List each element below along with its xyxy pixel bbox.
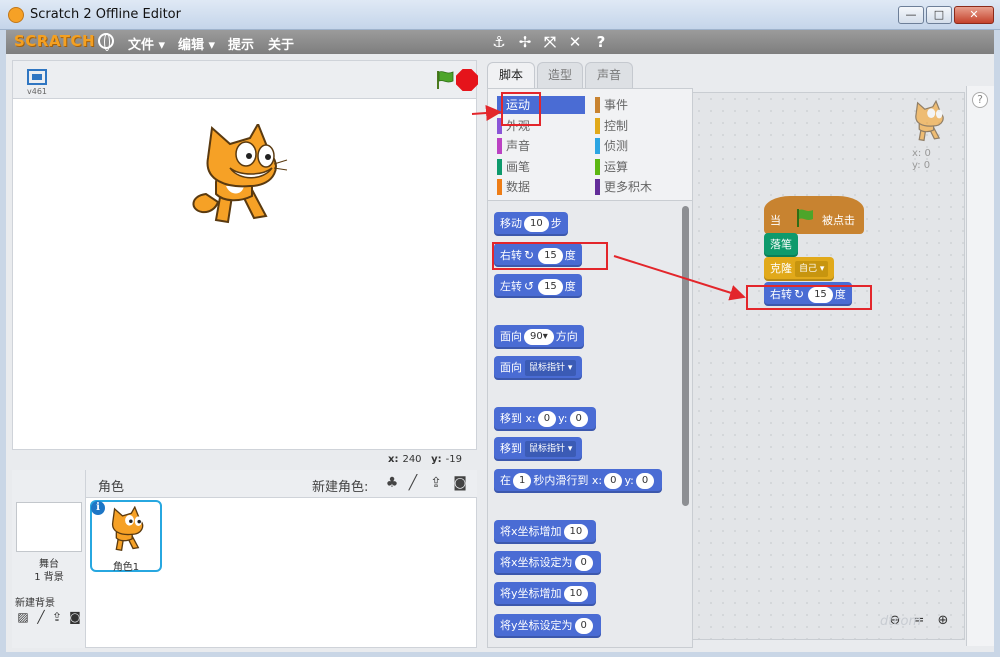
sprite-name-label: 角色1 bbox=[112, 562, 140, 573]
tab-scripts[interactable]: 脚本 bbox=[487, 62, 535, 89]
block-set-y[interactable]: 将y坐标设定为 0 bbox=[494, 614, 601, 638]
cat-thumbnail-icon bbox=[111, 506, 144, 552]
new-backdrop-label: 新建背景 bbox=[15, 598, 55, 609]
scratch-app-icon bbox=[8, 7, 24, 23]
block-glide[interactable]: 在 1 秒内滑行到 x: 0 y: 0 bbox=[494, 469, 663, 493]
highlight-motion-category bbox=[501, 92, 541, 126]
category-events[interactable]: 事件 bbox=[595, 96, 685, 114]
current-sprite-icon bbox=[915, 100, 944, 142]
stage-thumbnail[interactable] bbox=[16, 502, 82, 552]
fullscreen-icon[interactable] bbox=[27, 69, 47, 85]
block-move-steps[interactable]: 移动 10 步 bbox=[494, 212, 568, 236]
mouse-y-value: -19 bbox=[445, 454, 462, 465]
new-sprite-label: 新建角色: bbox=[312, 480, 369, 495]
block-turn-left[interactable]: 左转 ↺ 15 度 bbox=[494, 274, 582, 298]
cat-sprite-on-stage[interactable] bbox=[188, 124, 288, 228]
block-create-clone[interactable]: 克隆 自己 ▾ bbox=[764, 257, 835, 281]
highlight-palette-turn-block bbox=[492, 242, 608, 270]
block-when-flag-clicked[interactable]: 当 被点击 bbox=[764, 196, 864, 234]
highlight-script-turn-block bbox=[746, 285, 872, 310]
category-sensing[interactable]: 侦测 bbox=[595, 137, 685, 155]
tab-costumes[interactable]: 造型 bbox=[537, 62, 583, 88]
sprite-position-readout: x: 0 y: 0 bbox=[912, 148, 931, 171]
category-operators[interactable]: 运算 bbox=[595, 158, 685, 176]
camera-backdrop-icon[interactable]: ◙ bbox=[67, 610, 83, 624]
green-flag-icon bbox=[797, 209, 813, 227]
block-change-y[interactable]: 将y坐标增加 10 bbox=[494, 582, 597, 606]
delete-icon[interactable]: ✢ bbox=[516, 33, 534, 51]
choose-backdrop-icon[interactable]: ▨ bbox=[15, 610, 31, 624]
stage-header: v461 bbox=[12, 60, 478, 98]
sprites-title: 角色 bbox=[98, 480, 125, 495]
scratch-logo[interactable]: SCRATCH bbox=[14, 32, 95, 50]
tab-sounds[interactable]: 声音 bbox=[585, 62, 633, 88]
block-go-to[interactable]: 移到 鼠标指针 ▾ bbox=[494, 437, 583, 461]
help-icon[interactable]: ? bbox=[592, 33, 610, 51]
window-titlebar: Scratch 2 Offline Editor — □ ✕ bbox=[0, 0, 1000, 30]
rotate-left-icon: ↺ bbox=[524, 279, 535, 293]
menu-edit[interactable]: 编辑 ▾ bbox=[178, 34, 215, 53]
camera-sprite-icon[interactable]: ◙ bbox=[451, 474, 469, 492]
minimize-button[interactable]: — bbox=[898, 6, 924, 24]
right-strip bbox=[966, 86, 994, 646]
maximize-button[interactable]: □ bbox=[926, 6, 952, 24]
close-button[interactable]: ✕ bbox=[954, 6, 994, 24]
upload-sprite-icon[interactable]: ⇪ bbox=[427, 474, 445, 492]
paint-backdrop-icon[interactable]: ╱ bbox=[33, 610, 49, 624]
sprite-info-icon[interactable]: i bbox=[91, 501, 105, 515]
help-question-icon[interactable]: ? bbox=[972, 92, 988, 108]
version-label: v461 bbox=[27, 87, 48, 96]
green-flag-icon[interactable] bbox=[436, 70, 454, 90]
script-area[interactable] bbox=[692, 92, 965, 640]
block-change-x[interactable]: 将x坐标增加 10 bbox=[494, 520, 597, 544]
window-title: Scratch 2 Offline Editor bbox=[30, 7, 181, 22]
upload-backdrop-icon[interactable]: ⇪ bbox=[49, 610, 65, 624]
mouse-x-value: 240 bbox=[402, 454, 422, 465]
mouse-coordinates: x: 240 y: -19 bbox=[388, 454, 462, 465]
category-sound[interactable]: 声音 bbox=[497, 137, 585, 155]
category-more-blocks[interactable]: 更多积木 bbox=[595, 178, 685, 196]
paint-sprite-icon[interactable]: ╱ bbox=[404, 474, 422, 492]
palette-scrollbar[interactable] bbox=[682, 206, 689, 506]
menu-file[interactable]: 文件 ▾ bbox=[128, 34, 165, 53]
category-pen[interactable]: 画笔 bbox=[497, 158, 585, 176]
block-point-in-direction[interactable]: 面向 90▾ 方向 bbox=[494, 325, 584, 349]
shrink-icon[interactable]: ✕ bbox=[566, 33, 584, 51]
menu-bar: SCRATCH 文件 ▾ 编辑 ▾ 提示 关于 ⚓ ✢ ⤧ ✕ ? bbox=[6, 30, 994, 54]
menu-tips[interactable]: 提示 bbox=[228, 34, 254, 53]
block-set-x[interactable]: 将x坐标设定为 0 bbox=[494, 551, 601, 575]
grow-icon[interactable]: ⤧ bbox=[541, 33, 559, 51]
block-pen-down[interactable]: 落笔 bbox=[764, 233, 798, 257]
zoom-in-icon[interactable]: ⊕ bbox=[934, 612, 952, 630]
stop-icon[interactable] bbox=[456, 69, 478, 91]
block-go-to-xy[interactable]: 移到 x: 0 y: 0 bbox=[494, 407, 596, 431]
stage-thumb-label: 舞台 1 背景 bbox=[34, 559, 64, 583]
menu-about[interactable]: 关于 bbox=[268, 34, 294, 53]
block-point-towards[interactable]: 面向 鼠标指针 ▾ bbox=[494, 356, 583, 380]
duplicate-icon[interactable]: ⚓ bbox=[490, 33, 508, 51]
language-globe-icon[interactable] bbox=[98, 33, 114, 51]
category-data[interactable]: 数据 bbox=[497, 178, 585, 196]
category-control[interactable]: 控制 bbox=[595, 117, 685, 135]
watermark: dtcom bbox=[880, 614, 922, 629]
choose-sprite-library-icon[interactable]: ♣ bbox=[383, 474, 401, 492]
